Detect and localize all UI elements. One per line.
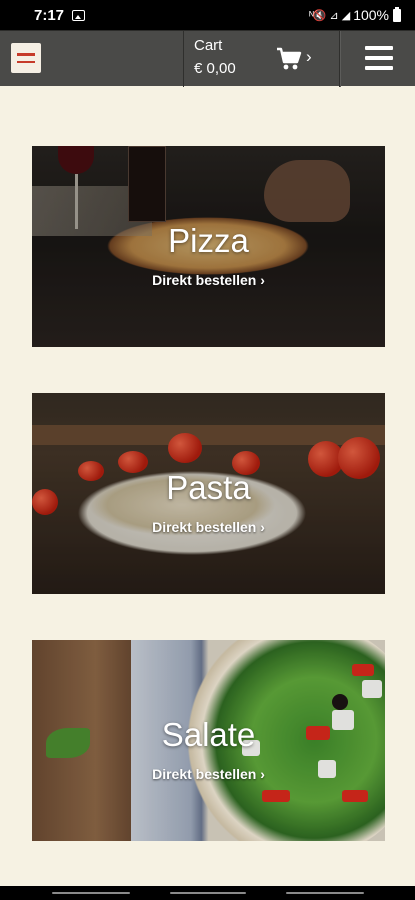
hamburger-icon — [365, 46, 393, 70]
category-card-salate[interactable]: Salate Direkt bestellen › — [32, 640, 385, 841]
order-now-link[interactable]: Direkt bestellen › — [32, 766, 385, 782]
mute-icon: ᴺ🔇 — [309, 9, 326, 22]
wifi-icon: ⊿ — [329, 9, 339, 22]
system-nav-bar — [0, 886, 415, 900]
shopping-cart-icon — [277, 47, 302, 70]
order-now-link[interactable]: Direkt bestellen › — [32, 519, 385, 535]
battery-percent: 100% — [353, 7, 389, 23]
status-bar: 7:17 ᴺ🔇 ⊿ ◢ 100% — [0, 0, 415, 30]
cart-button[interactable]: Cart € 0,00 › — [184, 31, 340, 87]
logo-mark — [17, 53, 35, 63]
category-title: Salate — [161, 716, 256, 753]
logo-area[interactable] — [0, 31, 184, 87]
chevron-right-icon: › — [306, 47, 312, 66]
signal-icon: ◢ — [341, 9, 351, 22]
category-title: Pizza — [168, 222, 249, 259]
nav-handle-left[interactable] — [52, 892, 130, 894]
nav-handle-center[interactable] — [170, 892, 246, 894]
status-time: 7:17 — [34, 6, 65, 24]
image-icon — [72, 9, 86, 21]
category-title: Pasta — [166, 469, 251, 506]
cart-total: € 0,00 — [194, 60, 236, 77]
app-header: Cart € 0,00 › — [0, 30, 415, 87]
category-card-pizza[interactable]: Pizza Direkt bestellen › — [32, 146, 385, 347]
battery-icon — [393, 6, 401, 22]
category-card-pasta[interactable]: Pasta Direkt bestellen › — [32, 393, 385, 594]
nav-handle-right[interactable] — [286, 892, 364, 894]
order-now-link[interactable]: Direkt bestellen › — [32, 272, 385, 288]
menu-button[interactable] — [340, 31, 415, 87]
status-icons: ᴺ🔇 ⊿ ◢ 100% — [309, 6, 401, 23]
cart-label: Cart — [194, 37, 223, 54]
restaurant-logo[interactable] — [11, 43, 41, 73]
